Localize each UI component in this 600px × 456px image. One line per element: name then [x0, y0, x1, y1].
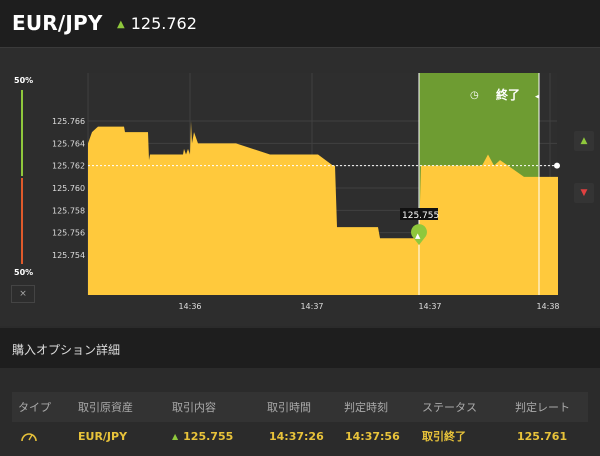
row-trade: ▲ 125.755 [172, 429, 234, 443]
expiry-arrow-icon: ◂ [535, 92, 540, 102]
x-axis: 14:36 14:37 14:37 14:38 [178, 302, 559, 311]
put-button[interactable]: ▼ [574, 183, 594, 203]
col-trade-time: 取引時間 [267, 401, 311, 414]
down-arrow-icon: ▼ [580, 188, 588, 198]
up-arrow-icon: ▲ [172, 431, 179, 441]
row-rate: 125.761 [517, 429, 568, 443]
x-tick-label: 14:36 [178, 302, 201, 311]
y-tick-label: 125.754 [52, 251, 85, 260]
clock-icon: ◷ [470, 90, 479, 101]
row-trade-time: 14:37:26 [269, 429, 324, 443]
y-tick-label: 125.762 [52, 162, 85, 171]
current-rate-dot [554, 162, 560, 169]
entry-marker-arrow-icon: ▲ [415, 232, 421, 240]
x-tick-label: 14:37 [418, 302, 441, 311]
expiry-label: 終了 [496, 87, 520, 102]
col-asset: 取引原資産 [78, 401, 133, 414]
x-tick-label: 14:37 [300, 302, 323, 311]
details-title: 購入オプション詳細 [12, 343, 121, 357]
col-judge-time: 判定時刻 [344, 401, 388, 414]
details-table-header: タイプ 取引原資産 取引内容 取引時間 判定時刻 ステータス 判定レート [12, 392, 588, 422]
y-tick-label: 125.758 [52, 206, 85, 215]
y-axis: 125.766 125.764 125.762 125.760 125.758 125.7… [52, 117, 85, 260]
x-tick-label: 14:38 [536, 302, 559, 311]
row-judge-time: 14:37:56 [345, 429, 400, 443]
y-tick-label: 125.760 [52, 184, 85, 193]
entry-label: 125.755 [402, 211, 439, 221]
y-tick-label: 125.756 [52, 229, 85, 238]
col-rate: 判定レート [515, 401, 570, 414]
col-status: ステータス [422, 401, 477, 414]
row-asset: EUR/JPY [78, 429, 128, 443]
price-chart[interactable]: 125.766 125.764 125.762 125.760 125.758 125.7… [0, 0, 600, 456]
col-type: タイプ [18, 401, 51, 414]
row-status: 取引終了 [422, 430, 466, 443]
call-button[interactable]: ▲ [574, 131, 594, 151]
y-tick-label: 125.764 [52, 139, 85, 148]
details-table-row[interactable]: EUR/JPY ▲ 125.755 14:37:26 14:37:56 取引終了 … [12, 422, 588, 450]
y-tick-label: 125.766 [52, 117, 85, 126]
up-arrow-icon: ▲ [580, 136, 588, 146]
gauge-icon [20, 422, 38, 450]
col-trade: 取引内容 [172, 401, 216, 414]
details-section-bar: 購入オプション詳細 [0, 328, 600, 368]
